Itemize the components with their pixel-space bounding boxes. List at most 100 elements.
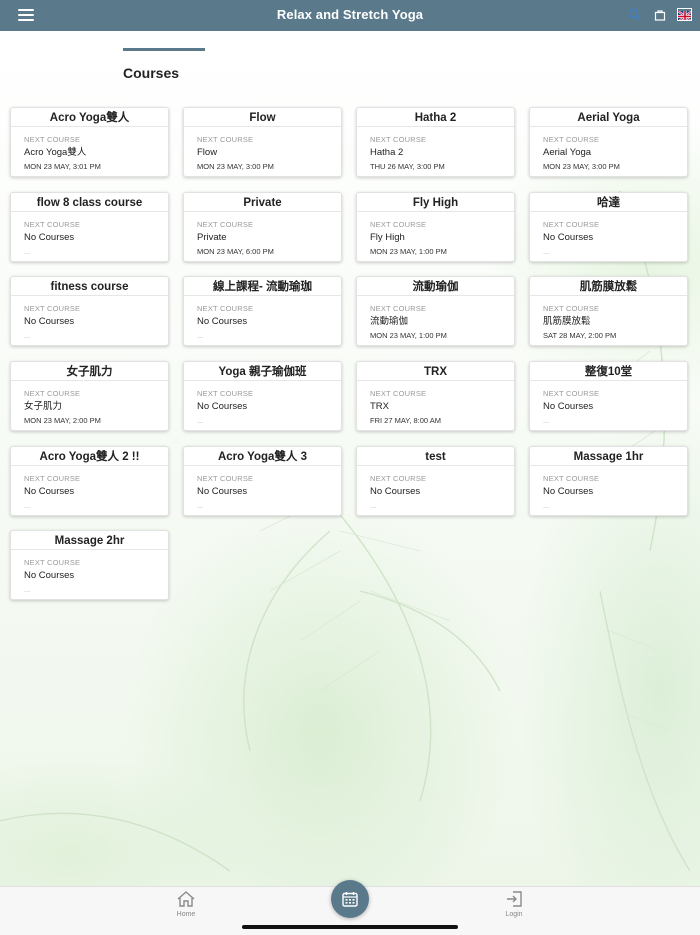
next-course-name: No Courses bbox=[197, 401, 248, 412]
course-card[interactable]: 整復10堂 NEXT COURSE No Courses... bbox=[529, 361, 688, 431]
course-card[interactable]: 流動瑜伽 NEXT COURSE 流動瑜伽 MON 23 MAY, 1:00 PM bbox=[356, 276, 515, 346]
next-course-label: NEXT COURSE bbox=[370, 474, 427, 483]
course-card[interactable]: TRX NEXT COURSE TRX FRI 27 MAY, 8:00 AM bbox=[356, 361, 515, 431]
course-title: Massage 1hr bbox=[530, 447, 687, 466]
course-title: Yoga 親子瑜伽班 bbox=[184, 362, 341, 381]
course-title: TRX bbox=[357, 362, 514, 381]
next-course-label: NEXT COURSE bbox=[197, 474, 254, 483]
next-course-name: No Courses bbox=[24, 232, 75, 243]
next-course-date: MON 23 MAY, 3:00 PM bbox=[197, 162, 274, 171]
courses-heading: Courses bbox=[123, 48, 205, 81]
next-course-label: NEXT COURSE bbox=[24, 304, 81, 313]
next-course-date: ... bbox=[197, 331, 204, 340]
next-course-label: NEXT COURSE bbox=[543, 474, 600, 483]
next-course-date: MON 23 MAY, 3:00 PM bbox=[543, 162, 620, 171]
next-course-date: ... bbox=[24, 585, 31, 594]
course-title: Acro Yoga雙人 bbox=[11, 108, 168, 127]
course-title: 哈達 bbox=[530, 193, 687, 212]
calendar-icon bbox=[342, 892, 358, 907]
course-card[interactable]: test NEXT COURSE No Courses... bbox=[356, 446, 515, 516]
uk-flag-icon[interactable] bbox=[677, 7, 692, 22]
next-course-date: MON 23 MAY, 1:00 PM bbox=[370, 331, 447, 340]
course-card[interactable]: Massage 2hr NEXT COURSE No Courses... bbox=[10, 530, 169, 600]
next-course-date: ... bbox=[370, 501, 377, 510]
course-title: Fly High bbox=[357, 193, 514, 212]
next-course-date: ... bbox=[543, 416, 550, 425]
page-title: Courses bbox=[123, 65, 180, 81]
next-course-date: FRI 27 MAY, 8:00 AM bbox=[370, 416, 442, 425]
next-course-name: Private bbox=[197, 232, 227, 243]
course-card[interactable]: Hatha 2 NEXT COURSE Hatha 2 THU 26 MAY, 3:0… bbox=[356, 107, 515, 177]
next-course-date: SAT 28 MAY, 2:00 PM bbox=[543, 331, 617, 340]
tab-home[interactable]: Home bbox=[156, 890, 216, 918]
next-course-date: ... bbox=[24, 501, 31, 510]
next-course-name: 肌筋膜放鬆 bbox=[543, 316, 591, 327]
course-card[interactable]: Massage 1hr NEXT COURSE No Courses... bbox=[529, 446, 688, 516]
next-course-date: MON 23 MAY, 1:00 PM bbox=[370, 247, 447, 256]
course-card[interactable]: Private NEXT COURSE Private MON 23 MAY, 6:0… bbox=[183, 192, 342, 262]
calendar-button[interactable] bbox=[331, 880, 369, 918]
next-course-name: 女子肌力 bbox=[24, 401, 63, 412]
next-course-label: NEXT COURSE bbox=[24, 220, 81, 229]
next-course-label: NEXT COURSE bbox=[24, 135, 81, 144]
next-course-label: NEXT COURSE bbox=[197, 135, 254, 144]
course-title: 流動瑜伽 bbox=[357, 277, 514, 296]
course-card[interactable]: Yoga 親子瑜伽班 NEXT COURSE No Courses... bbox=[183, 361, 342, 431]
search-icon[interactable] bbox=[627, 7, 642, 22]
app-title: Relax and Stretch Yoga bbox=[276, 7, 424, 22]
next-course-label: NEXT COURSE bbox=[197, 304, 254, 313]
next-course-date: ... bbox=[543, 247, 550, 256]
next-course-name: No Courses bbox=[197, 316, 248, 327]
top-app-bar: Relax and Stretch Yoga bbox=[0, 0, 700, 31]
course-title: 女子肌力 bbox=[11, 362, 168, 381]
course-card[interactable]: 線上課程- 流動瑜珈 NEXT COURSE No Courses... bbox=[183, 276, 342, 346]
home-icon bbox=[177, 891, 195, 907]
title-underline bbox=[123, 48, 205, 51]
next-course-label: NEXT COURSE bbox=[24, 474, 81, 483]
next-course-date: MON 23 MAY, 3:01 PM bbox=[24, 162, 101, 171]
course-card[interactable]: Acro Yoga雙人 2 !! NEXT COURSE No Courses... bbox=[10, 446, 169, 516]
course-card[interactable]: fitness course NEXT COURSE No Courses... bbox=[10, 276, 169, 346]
shopping-bag-icon[interactable] bbox=[652, 7, 667, 22]
next-course-name: No Courses bbox=[24, 570, 75, 581]
login-label: Login bbox=[505, 911, 523, 918]
next-course-name: Acro Yoga雙人 bbox=[24, 147, 87, 158]
next-course-name: No Courses bbox=[543, 486, 594, 497]
next-course-label: NEXT COURSE bbox=[197, 220, 254, 229]
next-course-name: No Courses bbox=[543, 401, 594, 412]
next-course-label: NEXT COURSE bbox=[370, 220, 427, 229]
course-card[interactable]: Fly High NEXT COURSE Fly High MON 23 MAY, 1… bbox=[356, 192, 515, 262]
course-card[interactable]: Acro Yoga雙人 NEXT COURSE Acro Yoga雙人 MON 23 … bbox=[10, 107, 169, 177]
course-title: Acro Yoga雙人 2 !! bbox=[11, 447, 168, 466]
course-title: Aerial Yoga bbox=[530, 108, 687, 127]
tab-login[interactable]: Login bbox=[484, 890, 544, 918]
home-label: Home bbox=[176, 911, 196, 918]
next-course-date: ... bbox=[24, 247, 31, 256]
course-card[interactable]: Aerial Yoga NEXT COURSE Aerial Yoga MON 23 … bbox=[529, 107, 688, 177]
course-title: 整復10堂 bbox=[530, 362, 687, 381]
course-card[interactable]: 女子肌力 NEXT COURSE 女子肌力 MON 23 MAY, 2:00 PM bbox=[10, 361, 169, 431]
course-title: Flow bbox=[184, 108, 341, 127]
course-card[interactable]: 哈達 NEXT COURSE No Courses... bbox=[529, 192, 688, 262]
next-course-name: Hatha 2 bbox=[370, 147, 404, 158]
course-title: flow 8 class course bbox=[11, 193, 168, 212]
next-course-name: TRX bbox=[370, 401, 389, 412]
next-course-label: NEXT COURSE bbox=[370, 135, 427, 144]
course-title: Acro Yoga雙人 3 bbox=[184, 447, 341, 466]
next-course-name: No Courses bbox=[24, 316, 75, 327]
course-card[interactable]: Flow NEXT COURSE Flow MON 23 MAY, 3:00 PM bbox=[183, 107, 342, 177]
course-title: test bbox=[357, 447, 514, 466]
next-course-date: MON 23 MAY, 6:00 PM bbox=[197, 247, 274, 256]
home-indicator bbox=[242, 925, 458, 929]
course-card[interactable]: Acro Yoga雙人 3 NEXT COURSE No Courses... bbox=[183, 446, 342, 516]
course-card[interactable]: flow 8 class course NEXT COURSE No Courses… bbox=[10, 192, 169, 262]
next-course-label: NEXT COURSE bbox=[543, 135, 600, 144]
course-title: Hatha 2 bbox=[357, 108, 514, 127]
next-course-label: NEXT COURSE bbox=[197, 389, 254, 398]
next-course-name: No Courses bbox=[370, 486, 421, 497]
course-card[interactable]: 肌筋膜放鬆 NEXT COURSE 肌筋膜放鬆 SAT 28 MAY, 2:00 PM bbox=[529, 276, 688, 346]
header-actions bbox=[627, 7, 692, 22]
course-title: Massage 2hr bbox=[11, 531, 168, 550]
next-course-label: NEXT COURSE bbox=[543, 220, 600, 229]
next-course-label: NEXT COURSE bbox=[24, 558, 81, 567]
